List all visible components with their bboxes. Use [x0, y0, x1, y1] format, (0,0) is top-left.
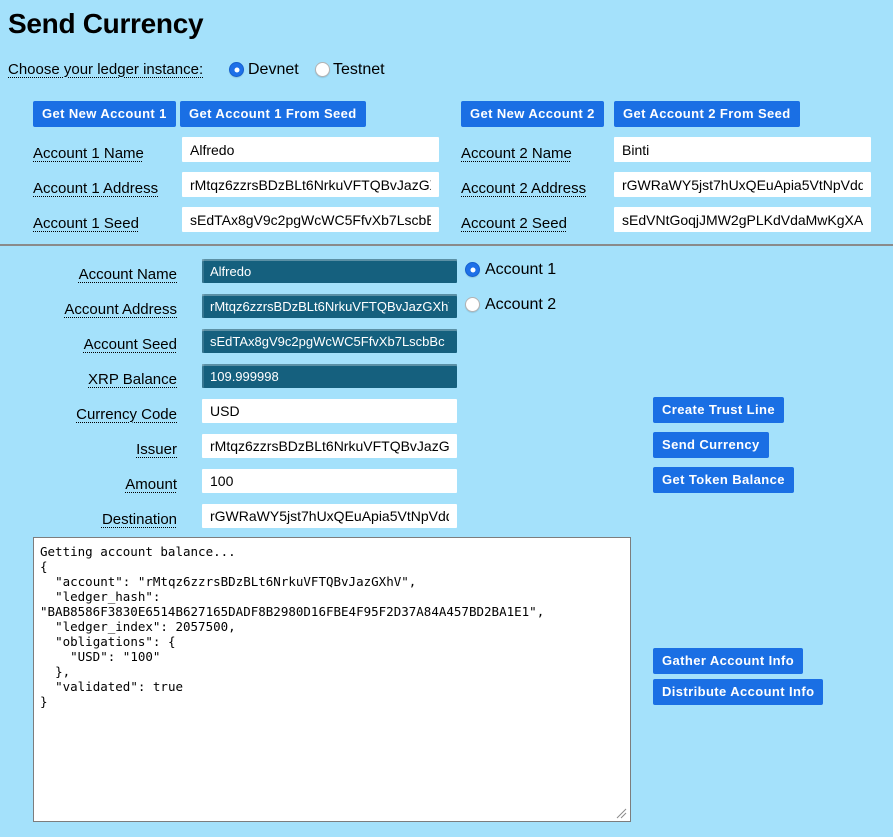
account-seed-label: Account Seed	[0, 336, 177, 354]
issuer-label: Issuer	[0, 441, 177, 459]
get-new-account2-button[interactable]: Get New Account 2	[461, 101, 604, 127]
account-address-label: Account Address	[0, 301, 177, 319]
account2-name-input[interactable]	[614, 137, 871, 162]
send-currency-page: Send Currency Choose your ledger instanc…	[0, 0, 893, 837]
account1-radio-label[interactable]: Account 1	[485, 260, 556, 279]
account2-radio-label[interactable]: Account 2	[485, 295, 556, 314]
account2-seed-input[interactable]	[614, 207, 871, 232]
account-address-field[interactable]	[202, 294, 457, 318]
account-name-label: Account Name	[0, 266, 177, 284]
account1-seed-label: Account 1 Seed	[33, 215, 139, 233]
ledger-instance-label: Choose your ledger instance:	[8, 61, 203, 79]
account1-radio[interactable]	[465, 262, 480, 277]
account1-seed-input[interactable]	[182, 207, 439, 232]
get-account2-from-seed-button[interactable]: Get Account 2 From Seed	[614, 101, 800, 127]
account1-address-input[interactable]	[182, 172, 439, 197]
account2-seed-label: Account 2 Seed	[461, 215, 567, 233]
destination-label: Destination	[0, 511, 177, 529]
destination-input[interactable]	[202, 504, 457, 528]
get-token-balance-button[interactable]: Get Token Balance	[653, 467, 794, 493]
account2-address-input[interactable]	[614, 172, 871, 197]
account2-radio[interactable]	[465, 297, 480, 312]
issuer-input[interactable]	[202, 434, 457, 458]
currency-code-label: Currency Code	[0, 406, 177, 424]
account1-name-label: Account 1 Name	[33, 145, 144, 163]
xrp-balance-label: XRP Balance	[0, 371, 177, 389]
account1-name-input[interactable]	[182, 137, 439, 162]
account-seed-field[interactable]	[202, 329, 457, 353]
get-account1-from-seed-button[interactable]: Get Account 1 From Seed	[180, 101, 366, 127]
send-currency-button[interactable]: Send Currency	[653, 432, 769, 458]
account2-name-label: Account 2 Name	[461, 145, 572, 163]
section-divider	[0, 244, 893, 246]
devnet-radio[interactable]	[229, 62, 244, 77]
testnet-radio-label[interactable]: Testnet	[333, 60, 385, 79]
gather-account-info-button[interactable]: Gather Account Info	[653, 648, 803, 674]
distribute-account-info-button[interactable]: Distribute Account Info	[653, 679, 823, 705]
devnet-radio-label[interactable]: Devnet	[248, 60, 299, 79]
account2-address-label: Account 2 Address	[461, 180, 586, 198]
textarea-resize-handle-icon[interactable]	[614, 806, 627, 819]
testnet-radio[interactable]	[315, 62, 330, 77]
page-title: Send Currency	[8, 8, 203, 40]
create-trust-line-button[interactable]: Create Trust Line	[653, 397, 784, 423]
amount-label: Amount	[0, 476, 177, 494]
account1-address-label: Account 1 Address	[33, 180, 158, 198]
amount-input[interactable]	[202, 469, 457, 493]
xrp-balance-field[interactable]	[202, 364, 457, 388]
get-new-account1-button[interactable]: Get New Account 1	[33, 101, 176, 127]
results-textarea[interactable]: Getting account balance... { "account": …	[33, 537, 631, 822]
currency-code-input[interactable]	[202, 399, 457, 423]
account-name-field[interactable]	[202, 259, 457, 283]
